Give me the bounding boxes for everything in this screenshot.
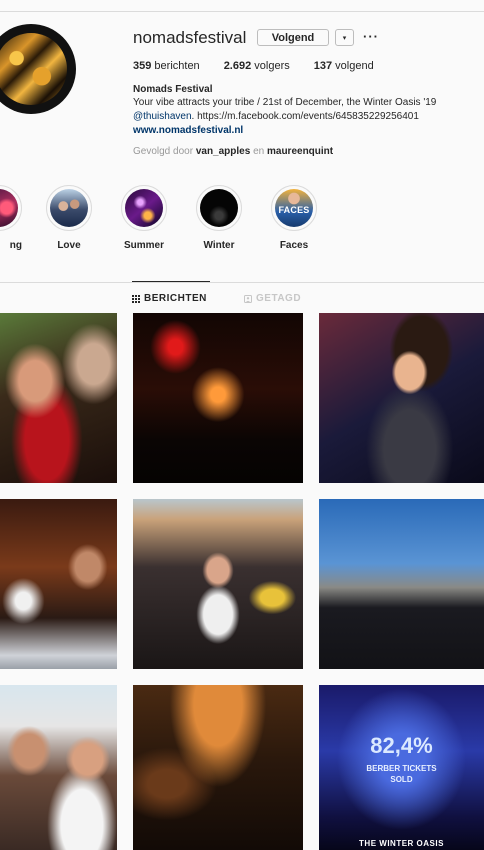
highlight-label: Summer	[123, 240, 165, 251]
posts-label: berichten	[154, 60, 200, 72]
highlight-ring	[121, 185, 167, 231]
tab-tagged-label: GETAGD	[256, 293, 302, 304]
tab-posts[interactable]: BERICHTEN	[132, 293, 207, 304]
followed-by-text: Gevolgd door van_apples en maureenquint	[133, 146, 333, 157]
highlight-label: Faces	[279, 240, 309, 251]
post-thumbnail[interactable]	[133, 685, 303, 850]
highlight-cover: FACES	[275, 189, 313, 227]
highlight-ring: FACES	[271, 185, 317, 231]
ticket-stat-overlay: 82,4% BERBER TICKETS SOLD THE WINTER OASI…	[319, 685, 484, 850]
tab-posts-label: BERICHTEN	[144, 293, 207, 304]
post-thumbnail[interactable]	[0, 313, 117, 483]
ticket-percent: 82,4%	[370, 733, 433, 758]
ticket-caption-line-2: SOLD	[390, 775, 413, 784]
profile-avatar[interactable]	[0, 24, 76, 114]
highlight-cover	[0, 189, 18, 227]
profile-full-name: Nomads Festival	[133, 84, 213, 95]
highlight-label: Love	[57, 240, 81, 251]
highlight-cover	[50, 189, 88, 227]
highlight-item[interactable]: Love	[46, 185, 92, 251]
followers-stat[interactable]: 2.692 volgers	[224, 60, 290, 72]
followed-by-and: en	[253, 146, 265, 157]
highlight-cover	[125, 189, 163, 227]
highlight-label: ng	[9, 240, 22, 251]
profile-bio-line: Your vibe attracts your tribe / 21st of …	[133, 97, 437, 108]
following-button[interactable]: Volgend	[257, 29, 329, 46]
bio-mention-link[interactable]: @thuishaven	[133, 111, 192, 122]
highlight-label: Winter	[203, 240, 235, 251]
post-thumbnail[interactable]	[319, 499, 484, 669]
highlight-item[interactable]: ng	[0, 185, 22, 251]
tab-tagged[interactable]: GETAGD	[244, 293, 301, 304]
grid-icon	[132, 294, 140, 303]
avatar-image	[0, 33, 67, 105]
more-options-icon[interactable]: ···	[363, 29, 379, 44]
bio-event-link[interactable]: . https://m.facebook.com/events/64583522…	[192, 111, 419, 122]
followed-by-prefix: Gevolgd door	[133, 146, 194, 157]
post-thumbnail[interactable]	[319, 313, 484, 483]
ticket-caption-line-1: BERBER TICKETS	[366, 764, 437, 773]
following-count: 137	[313, 60, 333, 72]
following-label: volgend	[335, 60, 374, 72]
followed-by-user-1[interactable]: van_apples	[196, 146, 250, 157]
tabs-divider	[0, 282, 484, 283]
followers-label: volgers	[254, 60, 290, 72]
post-thumbnail-ticket-stat[interactable]: 82,4% BERBER TICKETS SOLD THE WINTER OASI…	[319, 685, 484, 850]
post-thumbnail[interactable]	[0, 499, 117, 669]
chevron-down-icon: ▾	[342, 34, 347, 42]
posts-stat: 359 berichten	[133, 60, 200, 72]
highlight-ring	[46, 185, 92, 231]
highlight-item[interactable]: Winter	[196, 185, 242, 251]
highlight-cover-text: FACES	[278, 205, 310, 215]
highlight-ring	[196, 185, 242, 231]
top-divider	[0, 0, 484, 12]
following-stat[interactable]: 137 volgend	[314, 60, 374, 72]
followed-by-user-2[interactable]: maureenquint	[267, 146, 333, 157]
post-thumbnail[interactable]	[133, 313, 303, 483]
active-tab-indicator	[132, 281, 210, 282]
post-thumbnail[interactable]	[133, 499, 303, 669]
post-thumbnail[interactable]	[0, 685, 117, 850]
profile-stats: 359 berichten 2.692 volgers 137 volgend	[133, 60, 374, 72]
highlight-ring	[0, 185, 22, 231]
highlight-item[interactable]: Summer	[121, 185, 167, 251]
profile-website-link[interactable]: www.nomadsfestival.nl	[133, 125, 243, 136]
followers-count: 2.692	[223, 60, 252, 72]
profile-bio-links: @thuishaven. https://m.facebook.com/even…	[133, 111, 419, 122]
highlight-item[interactable]: FACES Faces	[271, 185, 317, 251]
highlight-cover	[200, 189, 238, 227]
ticket-caption: BERBER TICKETS SOLD	[319, 763, 484, 785]
ticket-event-name: THE WINTER OASIS	[359, 839, 444, 848]
posts-count: 359	[133, 60, 152, 72]
tag-icon	[244, 294, 252, 303]
suggestions-dropdown-button[interactable]: ▾	[335, 29, 354, 46]
profile-username: nomadsfestival	[133, 28, 247, 47]
